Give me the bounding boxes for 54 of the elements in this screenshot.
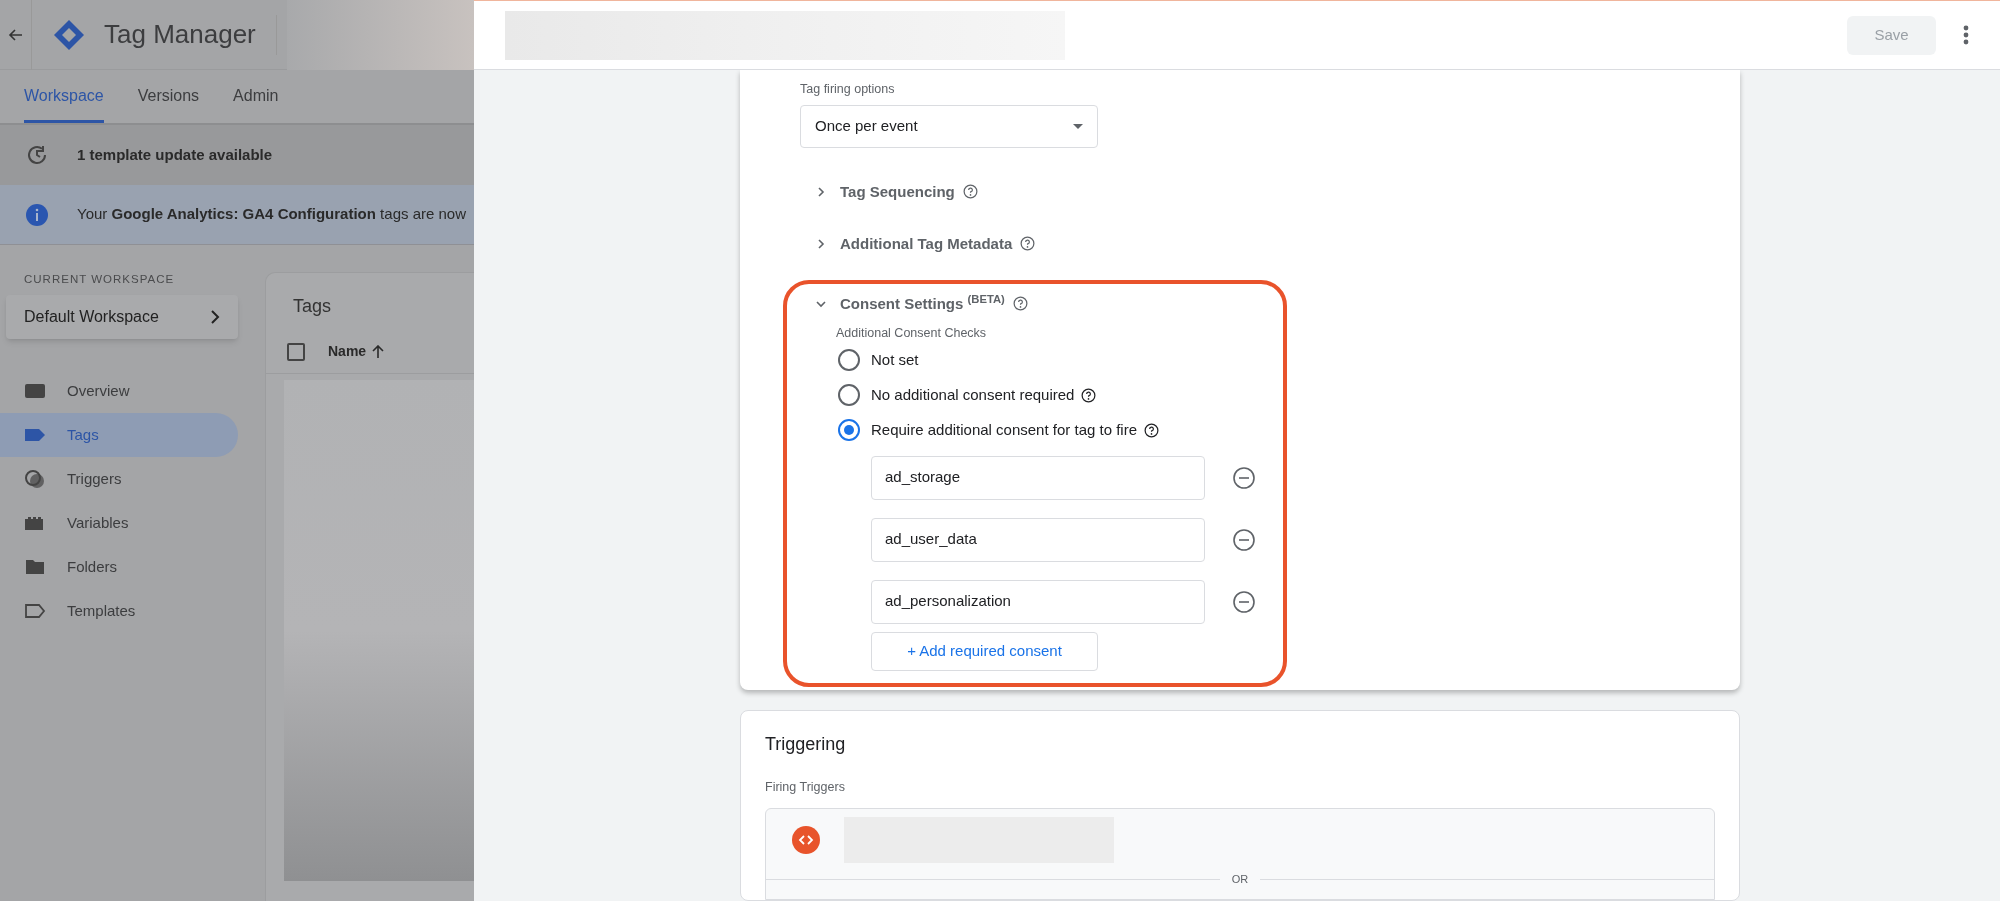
nav-tab[interactable]: Admin (233, 84, 279, 123)
separator-label: OR (1230, 872, 1250, 888)
app-title: Tag Manager (104, 18, 256, 51)
consent-type-field[interactable]: ad_storage (871, 455, 1205, 500)
help-icon[interactable] (1020, 236, 1036, 252)
remove-icon[interactable] (1233, 590, 1255, 613)
radio-label[interactable]: No additional consent required (871, 383, 1075, 407)
firing-options-dropdown[interactable]: Once per event (800, 104, 1098, 148)
add-consent-button[interactable]: + Add required consent (871, 631, 1098, 671)
radio-button[interactable] (838, 384, 860, 406)
help-icon[interactable] (1081, 387, 1097, 403)
sidebar-item[interactable]: Triggers (0, 457, 238, 502)
field-label: Additional Consent Checks (836, 324, 988, 342)
radio-button[interactable] (838, 349, 860, 371)
radio-label[interactable]: Require additional consent for tag to fire (871, 418, 1137, 442)
info-message: Your Google Analytics: GA4 Configuration tags are now (77, 204, 466, 225)
radio-label[interactable]: Not set (871, 348, 919, 372)
workspace-selector[interactable]: Default Workspace (6, 295, 238, 340)
panel-title: Tags (293, 295, 333, 318)
help-icon[interactable] (1012, 296, 1028, 312)
back-arrow-icon[interactable] (8, 26, 24, 43)
radio-button[interactable] (838, 419, 860, 441)
circles-icon (24, 469, 46, 490)
section-title[interactable]: Consent Settings $^{(BETA)}$ (840, 292, 1005, 315)
section-title[interactable]: Tag Sequencing (840, 180, 955, 203)
field-label: Tag firing options (800, 81, 896, 98)
info-icon (26, 203, 48, 226)
chevron-right-icon[interactable] (815, 237, 827, 250)
select-all-checkbox[interactable] (287, 342, 305, 361)
help-icon[interactable] (962, 184, 978, 200)
workspace-label: CURRENT WORKSPACE (24, 272, 176, 287)
section-title[interactable]: Additional Tag Metadata (840, 232, 1013, 255)
sort-arrow-icon (372, 344, 385, 359)
code-trigger-icon (792, 826, 820, 855)
nav-tab[interactable]: Versions (137, 84, 200, 123)
sidebar-item[interactable]: Templates (0, 589, 238, 634)
card-title: Triggering (765, 732, 847, 756)
history-icon (26, 144, 48, 166)
sidebar-item[interactable]: Variables (0, 501, 238, 546)
diamond-logo-icon (52, 17, 86, 52)
chevron-right-icon[interactable] (815, 185, 827, 198)
help-icon[interactable] (1144, 422, 1159, 438)
column-header[interactable]: Name (328, 341, 367, 362)
consent-type-field[interactable]: ad_personalization (871, 579, 1205, 624)
chevron-right-icon (210, 310, 220, 325)
sidebar-item[interactable]: Overview (0, 369, 238, 414)
update-message: 1 template update available (77, 144, 273, 165)
sidebar-item[interactable]: Folders (0, 545, 238, 590)
field-label: Firing Triggers (765, 778, 846, 796)
remove-icon[interactable] (1233, 466, 1255, 489)
dropdown-arrow-icon (1073, 123, 1083, 129)
more-options-icon[interactable] (1963, 25, 1969, 45)
consent-type-field[interactable]: ad_user_data (871, 517, 1205, 562)
remove-icon[interactable] (1233, 528, 1255, 551)
